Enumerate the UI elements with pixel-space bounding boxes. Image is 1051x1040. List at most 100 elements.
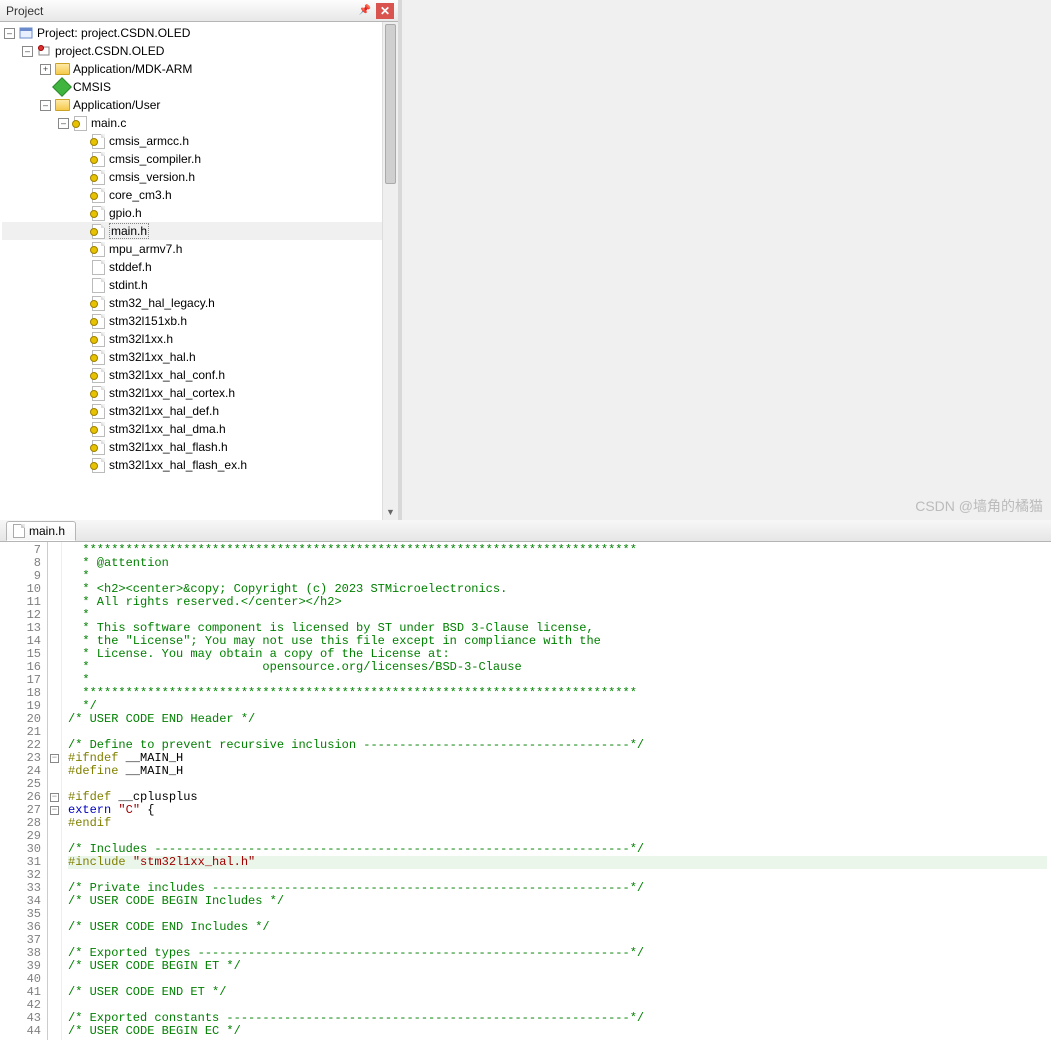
project-panel: Project 📌 ✕ –Project: project.CSDN.OLED–… — [0, 0, 402, 520]
code-area[interactable]: ****************************************… — [62, 542, 1051, 1040]
code-line[interactable]: #define __MAIN_H — [68, 765, 1047, 778]
code-line[interactable]: * All rights reserved.</center></h2> — [68, 596, 1047, 609]
code-line[interactable]: #ifdef __cplusplus — [68, 791, 1047, 804]
expand-icon — [76, 154, 87, 165]
scroll-down-icon[interactable]: ▼ — [383, 504, 398, 520]
tree-file[interactable]: gpio.h — [2, 204, 398, 222]
line-number: 8 — [0, 557, 41, 570]
fold-marker — [48, 921, 61, 934]
tree-group-mdk[interactable]: +Application/MDK-ARM — [2, 60, 398, 78]
tree-file[interactable]: stm32l1xx_hal_flash_ex.h — [2, 456, 398, 474]
fold-marker — [48, 999, 61, 1012]
node-icon — [90, 206, 106, 220]
fold-marker — [48, 908, 61, 921]
node-label: stm32_hal_legacy.h — [109, 296, 215, 310]
tree-group-cmsis[interactable]: CMSIS — [2, 78, 398, 96]
tree-file[interactable]: stm32l1xx_hal_conf.h — [2, 366, 398, 384]
fold-marker — [48, 713, 61, 726]
tree-file[interactable]: stm32l1xx_hal.h — [2, 348, 398, 366]
tree-file[interactable]: stm32l1xx_hal_def.h — [2, 402, 398, 420]
tree-file[interactable]: cmsis_version.h — [2, 168, 398, 186]
line-number: 15 — [0, 648, 41, 661]
code-line[interactable]: #endif — [68, 817, 1047, 830]
tree-file[interactable]: stddef.h — [2, 258, 398, 276]
code-line[interactable]: #ifndef __MAIN_H — [68, 752, 1047, 765]
fold-marker — [48, 700, 61, 713]
tree-file[interactable]: main.h — [2, 222, 398, 240]
code-line[interactable]: * @attention — [68, 557, 1047, 570]
node-icon — [36, 44, 52, 58]
fold-marker[interactable]: − — [48, 791, 61, 804]
project-tree[interactable]: –Project: project.CSDN.OLED–project.CSDN… — [0, 22, 398, 520]
tree-file[interactable]: mpu_armv7.h — [2, 240, 398, 258]
expand-icon[interactable]: – — [40, 100, 51, 111]
tree-target[interactable]: –project.CSDN.OLED — [2, 42, 398, 60]
expand-icon[interactable]: – — [58, 118, 69, 129]
tree-file[interactable]: cmsis_compiler.h — [2, 150, 398, 168]
tree-file[interactable]: cmsis_armcc.h — [2, 132, 398, 150]
file-icon — [13, 524, 25, 538]
fold-marker — [48, 934, 61, 947]
code-line[interactable]: /* USER CODE END Includes */ — [68, 921, 1047, 934]
fold-marker — [48, 843, 61, 856]
code-line[interactable]: * opensource.org/licenses/BSD-3-Clause — [68, 661, 1047, 674]
tree-file[interactable]: stm32_hal_legacy.h — [2, 294, 398, 312]
code-line[interactable]: /* USER CODE BEGIN ET */ — [68, 960, 1047, 973]
line-number: 27 — [0, 804, 41, 817]
node-label: stm32l151xb.h — [109, 314, 187, 328]
expand-icon — [76, 442, 87, 453]
node-icon — [54, 80, 70, 94]
tree-file-mainc[interactable]: –main.c — [2, 114, 398, 132]
code-line[interactable] — [68, 778, 1047, 791]
expand-icon[interactable]: – — [4, 28, 15, 39]
tree-file[interactable]: stm32l1xx_hal_dma.h — [2, 420, 398, 438]
fold-marker[interactable]: − — [48, 752, 61, 765]
tree-root[interactable]: –Project: project.CSDN.OLED — [2, 24, 398, 42]
scroll-thumb[interactable] — [385, 24, 396, 184]
expand-icon — [76, 388, 87, 399]
tree-group-user[interactable]: –Application/User — [2, 96, 398, 114]
code-line[interactable]: /* USER CODE BEGIN EC */ — [68, 1025, 1047, 1038]
fold-column[interactable]: −−− — [48, 542, 62, 1040]
fold-marker[interactable]: − — [48, 804, 61, 817]
tab-main-h[interactable]: main.h — [6, 521, 76, 541]
code-line[interactable]: extern "C" { — [68, 804, 1047, 817]
tree-file[interactable]: core_cm3.h — [2, 186, 398, 204]
expand-icon — [76, 352, 87, 363]
code-line[interactable]: /* USER CODE BEGIN Includes */ — [68, 895, 1047, 908]
node-label: cmsis_version.h — [109, 170, 195, 184]
line-number: 18 — [0, 687, 41, 700]
code-line[interactable]: ****************************************… — [68, 687, 1047, 700]
pin-icon[interactable]: 📌 — [356, 3, 374, 19]
code-line[interactable]: #include "stm32l1xx_hal.h" — [68, 856, 1047, 869]
fold-marker — [48, 817, 61, 830]
close-icon[interactable]: ✕ — [376, 3, 394, 19]
code-editor[interactable]: 7891011121314151617181920212223242526272… — [0, 542, 1051, 1040]
code-line[interactable]: /* Define to prevent recursive inclusion… — [68, 739, 1047, 752]
fold-marker — [48, 635, 61, 648]
tree-file[interactable]: stdint.h — [2, 276, 398, 294]
tree-file[interactable]: stm32l1xx_hal_cortex.h — [2, 384, 398, 402]
node-icon — [90, 422, 106, 436]
tree-scrollbar[interactable]: ▲ ▼ — [382, 22, 398, 520]
expand-icon — [76, 334, 87, 345]
line-number: 28 — [0, 817, 41, 830]
tree-file[interactable]: stm32l151xb.h — [2, 312, 398, 330]
expand-icon[interactable]: + — [40, 64, 51, 75]
node-label: stddef.h — [109, 260, 152, 274]
line-number: 12 — [0, 609, 41, 622]
code-line[interactable]: ****************************************… — [68, 544, 1047, 557]
node-icon — [90, 296, 106, 310]
code-line[interactable]: /* USER CODE END ET */ — [68, 986, 1047, 999]
line-number: 7 — [0, 544, 41, 557]
tree-file[interactable]: stm32l1xx_hal_flash.h — [2, 438, 398, 456]
fold-marker — [48, 674, 61, 687]
line-number: 20 — [0, 713, 41, 726]
fold-marker — [48, 765, 61, 778]
expand-icon — [76, 208, 87, 219]
tree-file[interactable]: stm32l1xx.h — [2, 330, 398, 348]
expand-icon[interactable]: – — [22, 46, 33, 57]
code-line[interactable]: /* USER CODE END Header */ — [68, 713, 1047, 726]
line-number: 37 — [0, 934, 41, 947]
node-label: stm32l1xx.h — [109, 332, 173, 346]
